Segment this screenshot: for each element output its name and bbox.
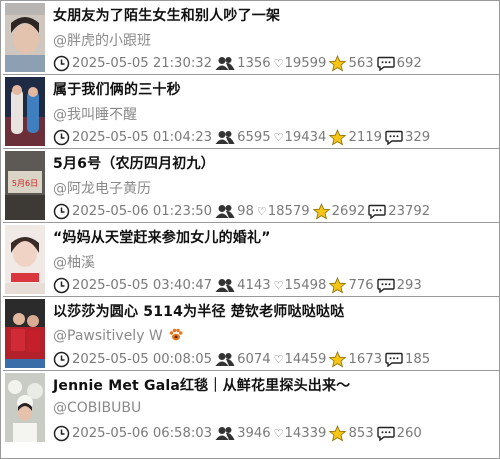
people-icon [215, 352, 235, 366]
video-stats: 2025-05-05 00:08:05 6074 ♡ 14459 1673 18… [53, 350, 433, 368]
star-icon [329, 276, 347, 293]
list-item[interactable]: “妈妈从天堂赶来参加女儿的婚礼” @柚溪 2025-05-05 03:40:47… [3, 223, 499, 297]
video-thumbnail[interactable] [5, 299, 45, 368]
people-icon [215, 278, 235, 292]
video-stats: 2025-05-06 01:23:50 98 ♡ 18579 2692 2379… [53, 202, 433, 220]
video-stats: 2025-05-06 06:58:03 3946 ♡ 14339 853 260 [53, 424, 425, 442]
play-count: 6074 [237, 351, 271, 367]
favorite-count: 2119 [348, 129, 383, 145]
list-item[interactable]: 以莎莎为圆心 5114为半径 楚钦老师哒哒哒哒 @Pawsitively W 2… [3, 297, 499, 371]
comment-count: 329 [405, 129, 431, 145]
comment-icon [385, 130, 403, 145]
video-thumbnail[interactable]: 5月6日 [5, 151, 45, 220]
author-name[interactable]: @我叫睡不醒 [53, 104, 137, 124]
author-name[interactable]: @COBIBUBU [53, 400, 141, 416]
author-name[interactable]: @柚溪 [53, 252, 95, 272]
favorite-count: 1673 [348, 351, 383, 367]
publish-time: 2025-05-05 01:04:23 [72, 129, 213, 145]
author-name[interactable]: @阿龙电子黄历 [53, 178, 151, 198]
video-thumbnail[interactable] [5, 225, 45, 294]
like-count: 15498 [284, 277, 327, 293]
favorite-count: 853 [348, 425, 374, 441]
video-stats: 2025-05-05 21:30:32 1356 ♡ 19599 563 692 [53, 54, 425, 72]
publish-time: 2025-05-05 00:08:05 [72, 351, 213, 367]
favorite-count: 563 [348, 55, 374, 71]
people-icon [215, 204, 235, 218]
video-thumbnail[interactable] [5, 373, 45, 442]
heart-icon: ♡ [273, 278, 284, 292]
heart-icon: ♡ [273, 130, 284, 144]
people-icon [215, 56, 235, 70]
like-count: 14459 [284, 351, 327, 367]
play-count: 1356 [237, 55, 271, 71]
list-item[interactable]: Jennie Met Gala红毯｜从鲜花里探头出来～ @COBIBUBU 20… [3, 371, 499, 445]
publish-time: 2025-05-06 01:23:50 [72, 203, 213, 219]
video-title[interactable]: 属于我们俩的三十秒 [53, 79, 181, 99]
video-thumbnail[interactable] [5, 77, 45, 146]
paw-icon [170, 328, 183, 341]
people-icon [215, 130, 235, 144]
author-name[interactable]: @Pawsitively W [53, 326, 184, 344]
video-title[interactable]: 女朋友为了陌生女生和别人吵了一架 [53, 5, 280, 25]
play-count: 3946 [237, 425, 271, 441]
star-icon [329, 350, 347, 367]
like-count: 14339 [284, 425, 327, 441]
people-icon [215, 426, 235, 440]
like-count: 19599 [284, 55, 327, 71]
video-thumbnail[interactable] [5, 3, 45, 72]
video-title[interactable]: 5月6号（农历四月初九） [53, 153, 215, 173]
like-count: 18579 [267, 203, 310, 219]
video-list-panel: 女朋友为了陌生女生和别人吵了一架 @胖虎的小跟班 2025-05-05 21:3… [0, 0, 500, 459]
list-item[interactable]: 女朋友为了陌生女生和别人吵了一架 @胖虎的小跟班 2025-05-05 21:3… [3, 1, 499, 75]
star-icon [329, 424, 347, 441]
play-count: 4143 [237, 277, 271, 293]
heart-icon: ♡ [256, 204, 267, 218]
heart-icon: ♡ [273, 56, 284, 70]
clock-icon [53, 129, 70, 145]
video-title[interactable]: “妈妈从天堂赶来参加女儿的婚礼” [53, 227, 271, 247]
favorite-count: 776 [348, 277, 374, 293]
video-stats: 2025-05-05 01:04:23 6595 ♡ 19434 2119 32… [53, 128, 433, 146]
comment-count: 260 [396, 425, 422, 441]
play-count: 6595 [237, 129, 271, 145]
publish-time: 2025-05-05 21:30:32 [72, 55, 213, 71]
comment-icon [385, 352, 403, 367]
clock-icon [53, 277, 70, 293]
clock-icon [53, 425, 70, 441]
list-item[interactable]: 5月6日 5月6号（农历四月初九） @阿龙电子黄历 2025-05-06 01:… [3, 149, 499, 223]
play-count: 98 [237, 203, 254, 219]
publish-time: 2025-05-05 03:40:47 [72, 277, 213, 293]
thumbnail-caption: 5月6日 [12, 179, 38, 188]
star-icon [329, 54, 347, 71]
list-item[interactable]: 属于我们俩的三十秒 @我叫睡不醒 2025-05-05 01:04:23 659… [3, 75, 499, 149]
comment-icon [376, 56, 395, 71]
clock-icon [53, 351, 70, 367]
star-icon [312, 202, 330, 219]
clock-icon [53, 203, 70, 219]
comment-count: 185 [405, 351, 431, 367]
comment-icon [376, 278, 395, 293]
comment-icon [376, 426, 395, 441]
like-count: 19434 [284, 129, 327, 145]
favorite-count: 2692 [331, 203, 366, 219]
comment-count: 692 [396, 55, 422, 71]
star-icon [329, 128, 347, 145]
video-title[interactable]: Jennie Met Gala红毯｜从鲜花里探头出来～ [53, 375, 350, 395]
video-list: 女朋友为了陌生女生和别人吵了一架 @胖虎的小跟班 2025-05-05 21:3… [3, 1, 499, 445]
clock-icon [53, 55, 70, 71]
publish-time: 2025-05-06 06:58:03 [72, 425, 213, 441]
video-title[interactable]: 以莎莎为圆心 5114为半径 楚钦老师哒哒哒哒 [53, 301, 344, 321]
heart-icon: ♡ [273, 352, 284, 366]
comment-count: 293 [396, 277, 422, 293]
heart-icon: ♡ [273, 426, 284, 440]
author-name-text: @Pawsitively W [53, 328, 163, 344]
video-stats: 2025-05-05 03:40:47 4143 ♡ 15498 776 293 [53, 276, 425, 294]
comment-icon [368, 204, 386, 219]
comment-count: 23792 [388, 203, 431, 219]
author-name[interactable]: @胖虎的小跟班 [53, 30, 151, 50]
